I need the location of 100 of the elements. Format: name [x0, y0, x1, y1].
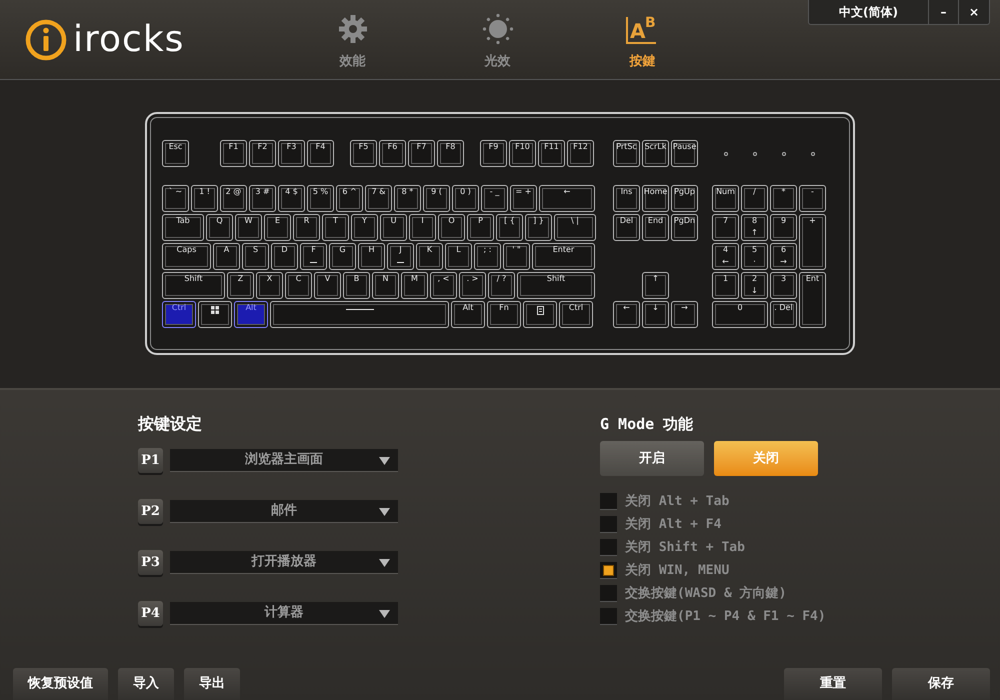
checkbox[interactable]: [600, 608, 617, 625]
keyboard-key[interactable]: Home: [642, 185, 669, 212]
keyboard-key[interactable]: F3: [278, 140, 305, 167]
keyboard-key[interactable]: 8 ↑: [741, 214, 768, 241]
keyboard-key[interactable]: T: [322, 214, 349, 241]
checkbox[interactable]: [600, 562, 617, 579]
keyboard-key[interactable]: [198, 301, 232, 328]
keyboard-key[interactable]: Alt: [234, 301, 268, 328]
keyboard-key[interactable]: PrtSc: [613, 140, 640, 167]
keyboard-key[interactable]: PgUp: [671, 185, 698, 212]
nav-tab[interactable]: 效能: [280, 0, 425, 79]
keyboard-key[interactable]: Ent: [799, 272, 826, 328]
keyboard-key[interactable]: 4 ←: [712, 243, 739, 270]
keyboard-key[interactable]: [ {: [496, 214, 523, 241]
keyboard-key[interactable]: / ?: [488, 272, 515, 299]
keyboard-key[interactable]: Fn: [487, 301, 521, 328]
keyboard-key[interactable]: Esc: [162, 140, 189, 167]
keyboard-key[interactable]: 0 ): [452, 185, 479, 212]
keyboard-key[interactable]: . Del: [770, 301, 797, 328]
footer-button[interactable]: 恢复预设值: [13, 668, 108, 700]
keyboard-key[interactable]: 4 $: [278, 185, 305, 212]
keyboard-key[interactable]: 5 ·: [741, 243, 768, 270]
keyboard-key[interactable]: ScrLk: [642, 140, 669, 167]
keyboard-key[interactable]: 1 !: [191, 185, 218, 212]
keyboard-key[interactable]: 0: [712, 301, 768, 328]
keyboard-key[interactable]: 6 →: [770, 243, 797, 270]
keyboard-key[interactable]: 6 ^: [336, 185, 363, 212]
profile-key-button[interactable]: P4: [138, 601, 163, 626]
keyboard-key[interactable]: 9: [770, 214, 797, 241]
function-dropdown[interactable]: 计算器: [170, 602, 398, 625]
keyboard-key[interactable]: U: [380, 214, 407, 241]
keyboard-key[interactable]: W: [235, 214, 262, 241]
keyboard-key[interactable]: L: [445, 243, 472, 270]
keyboard-key[interactable]: -: [799, 185, 826, 212]
keyboard-key[interactable]: F4: [307, 140, 334, 167]
keyboard-key[interactable]: Del: [613, 214, 640, 241]
keyboard-key[interactable]: K: [416, 243, 443, 270]
language-selector[interactable]: 中文(简体): [809, 0, 929, 24]
keyboard-key[interactable]: Y: [351, 214, 378, 241]
keyboard-key[interactable]: , <: [430, 272, 457, 299]
footer-button[interactable]: 导出: [184, 668, 240, 700]
keyboard-key[interactable]: Ins: [613, 185, 640, 212]
keyboard-key[interactable]: Z: [227, 272, 254, 299]
keyboard-key[interactable]: ] }: [525, 214, 552, 241]
keyboard-key[interactable]: P: [467, 214, 494, 241]
profile-key-button[interactable]: P2: [138, 499, 163, 524]
keyboard-key[interactable]: F5: [350, 140, 377, 167]
keyboard-key[interactable]: +: [799, 214, 826, 270]
close-button[interactable]: ×: [959, 0, 989, 24]
keyboard-key[interactable]: 7 &: [365, 185, 392, 212]
keyboard-key[interactable]: End: [642, 214, 669, 241]
keyboard-key[interactable]: ↑: [642, 272, 669, 299]
keyboard-key[interactable]: →: [671, 301, 698, 328]
minimize-button[interactable]: –: [929, 0, 959, 24]
checkbox[interactable]: [600, 585, 617, 602]
keyboard-key[interactable]: O: [438, 214, 465, 241]
keyboard-key[interactable]: - _: [481, 185, 508, 212]
checkbox[interactable]: [600, 493, 617, 510]
keyboard-key[interactable]: B: [343, 272, 370, 299]
keyboard-key[interactable]: Caps: [162, 243, 211, 270]
keyboard-key[interactable]: V: [314, 272, 341, 299]
keyboard-key[interactable]: Ctrl: [162, 301, 196, 328]
keyboard-key[interactable]: F: [300, 243, 327, 270]
keyboard-key[interactable]: X: [256, 272, 283, 299]
keyboard-key[interactable]: 9 (: [423, 185, 450, 212]
keyboard-key[interactable]: A: [213, 243, 240, 270]
keyboard-key[interactable]: F2: [249, 140, 276, 167]
keyboard-key[interactable]: F10: [509, 140, 536, 167]
footer-button[interactable]: 保存: [892, 668, 990, 700]
keyboard-key[interactable]: F7: [408, 140, 435, 167]
keyboard-key[interactable]: Enter: [532, 243, 595, 270]
keyboard-key[interactable]: Shift: [162, 272, 225, 299]
checkbox[interactable]: [600, 516, 617, 533]
profile-key-button[interactable]: P1: [138, 448, 163, 473]
keyboard-key[interactable]: [270, 301, 449, 328]
keyboard-key[interactable]: D: [271, 243, 298, 270]
keyboard-key[interactable]: N: [372, 272, 399, 299]
keyboard-key[interactable]: Tab: [162, 214, 204, 241]
keyboard-key[interactable]: F11: [538, 140, 565, 167]
keyboard-key[interactable]: ` ~: [162, 185, 189, 212]
keyboard-key[interactable]: PgDn: [671, 214, 698, 241]
keyboard-key[interactable]: ←: [613, 301, 640, 328]
keyboard-key[interactable]: Alt: [451, 301, 485, 328]
keyboard-key[interactable]: ' ": [503, 243, 530, 270]
keyboard-key[interactable]: Shift: [517, 272, 595, 299]
mode-toggle-button[interactable]: 开启: [600, 441, 704, 476]
keyboard-key[interactable]: 5 %: [307, 185, 334, 212]
keyboard-key[interactable]: 3 #: [249, 185, 276, 212]
keyboard-key[interactable]: *: [770, 185, 797, 212]
keyboard-key[interactable]: R: [293, 214, 320, 241]
keyboard-key[interactable]: F8: [437, 140, 464, 167]
keyboard-key[interactable]: Q: [206, 214, 233, 241]
keyboard-key[interactable]: /: [741, 185, 768, 212]
keyboard-key[interactable]: \ |: [554, 214, 596, 241]
keyboard-key[interactable]: [523, 301, 557, 328]
keyboard-key[interactable]: . >: [459, 272, 486, 299]
keyboard-key[interactable]: Pause: [671, 140, 698, 167]
checkbox[interactable]: [600, 539, 617, 556]
keyboard-key[interactable]: J: [387, 243, 414, 270]
keyboard-key[interactable]: ←: [539, 185, 595, 212]
